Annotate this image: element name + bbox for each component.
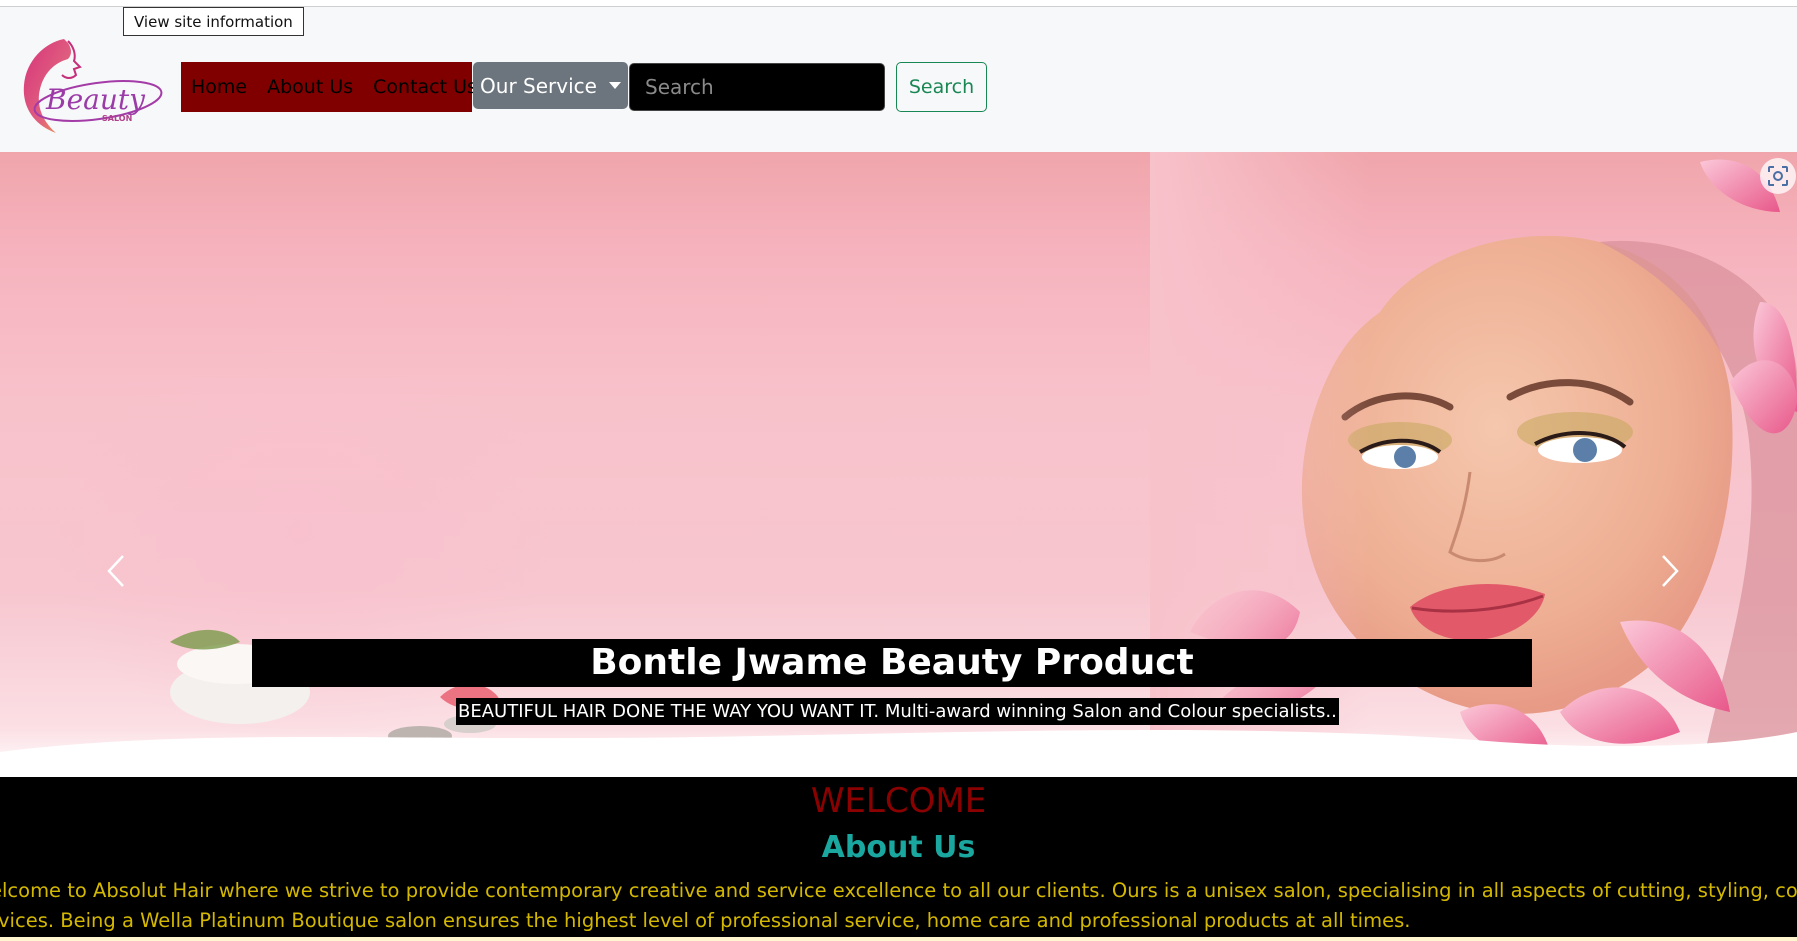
image-search-button[interactable] [1760,158,1796,194]
nav-contact-link[interactable]: Contact Us [373,76,477,98]
about-us-paragraph: elcome to Absolut Hair where we strive t… [0,876,1797,936]
about-us-heading: About Us [821,830,976,865]
nav-about-link[interactable]: About Us [267,76,353,98]
search-input[interactable] [629,63,885,111]
our-service-dropdown[interactable]: Our Service [473,62,628,109]
chevron-left-icon [107,555,124,587]
logo-text: Beauty [45,83,146,116]
welcome-title: WELCOME [810,781,987,821]
carousel-prev-button[interactable] [96,546,136,596]
caret-down-icon [608,82,621,89]
our-service-label: Our Service [480,73,597,98]
lens-icon [1768,166,1788,186]
hero-subtitle: BEAUTIFUL HAIR DONE THE WAY YOU WANT IT.… [456,698,1339,725]
browser-top-edge [0,0,1797,7]
carousel-next-button[interactable] [1650,546,1690,596]
chevron-right-icon [1662,555,1679,587]
model-iris-right [1573,438,1597,462]
primary-nav: Home About Us Contact Us [181,62,477,112]
bottom-edge [0,937,1797,941]
search-button[interactable]: Search [896,62,987,112]
beauty-salon-logo[interactable]: Beauty SALON [6,33,166,141]
about-text-line: rvices. Being a Wella Platinum Boutique … [0,909,1411,932]
flower-petal [1730,360,1797,434]
hero-carousel: Bontle Jwame Beauty Product BEAUTIFUL HA… [0,152,1797,777]
logo-subtext: SALON [102,114,132,123]
site-info-tooltip: View site information [123,7,304,36]
nav-home-link[interactable]: Home [191,76,247,98]
welcome-section: WELCOME About Us elcome to Absolut Hair … [0,777,1797,941]
hero-title: Bontle Jwame Beauty Product [252,639,1532,687]
about-text-line: elcome to Absolut Hair where we strive t… [0,879,1797,902]
model-iris-left [1394,446,1416,468]
